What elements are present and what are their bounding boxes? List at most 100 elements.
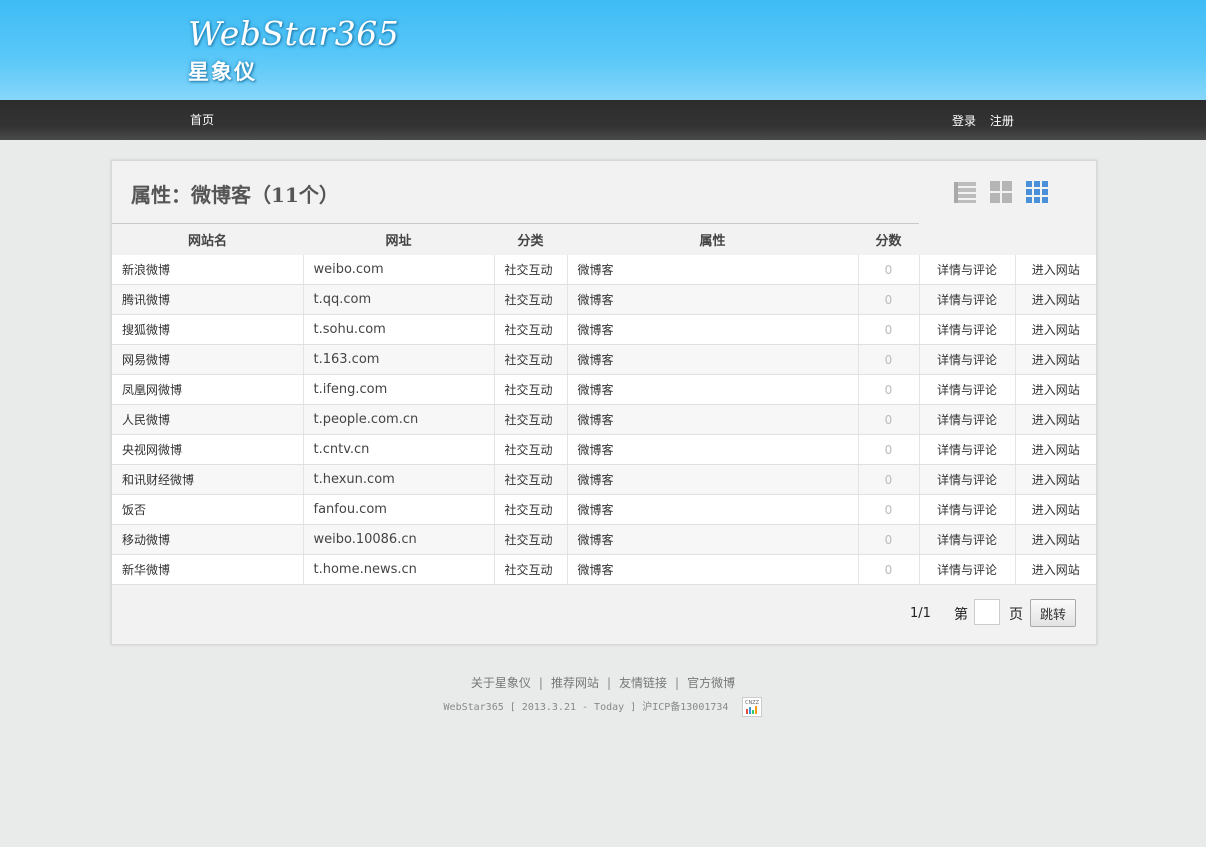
site-score-cell: 0 (858, 344, 920, 375)
site-name-cell: 移动微博 (112, 524, 304, 555)
go-to-page-button[interactable]: 跳转 (1030, 599, 1076, 627)
site-logo[interactable]: WebStar365 星象仪 (188, 14, 399, 86)
detail-cell: 详情与评论 (919, 374, 1016, 405)
site-attribute-cell: 微博客 (567, 344, 859, 375)
visit-site-link[interactable]: 进入网站 (1032, 353, 1080, 367)
site-category-cell: 社交互动 (494, 374, 568, 405)
table-row: 饭否 fanfou.com 社交互动 微博客 0 详情与评论 进入网站 (112, 494, 1096, 525)
detail-link[interactable]: 详情与评论 (937, 413, 997, 427)
table-view-icon[interactable] (1026, 181, 1048, 203)
footer-copyright: WebStar365 [ 2013.3.21 - Today ] 沪ICP备13… (0, 697, 1206, 717)
header: WebStar365 星象仪 (0, 0, 1206, 100)
footer-link-official-weibo[interactable]: 官方微博 (687, 676, 735, 690)
site-url-cell: t.people.com.cn (303, 404, 495, 435)
visit-site-link[interactable]: 进入网站 (1032, 263, 1080, 277)
detail-cell: 详情与评论 (919, 554, 1016, 585)
site-score-cell: 0 (858, 464, 920, 495)
nav-account: 登录 注册 (952, 112, 1024, 129)
login-link[interactable]: 登录 (952, 114, 976, 128)
visit-site-link[interactable]: 进入网站 (1032, 443, 1080, 457)
detail-link[interactable]: 详情与评论 (937, 503, 997, 517)
site-attribute-cell: 微博客 (567, 284, 859, 315)
detail-link[interactable]: 详情与评论 (937, 563, 997, 577)
table-row: 和讯财经微博 t.hexun.com 社交互动 微博客 0 详情与评论 进入网站 (112, 464, 1096, 495)
table-row: 网易微博 t.163.com 社交互动 微博客 0 详情与评论 进入网站 (112, 344, 1096, 375)
footer-link-recommended[interactable]: 推荐网站 (551, 676, 599, 690)
site-attribute-cell: 微博客 (567, 434, 859, 465)
site-attribute-cell: 微博客 (567, 374, 859, 405)
footer-link-friends[interactable]: 友情链接 (619, 676, 667, 690)
detail-link[interactable]: 详情与评论 (937, 533, 997, 547)
visit-site-link[interactable]: 进入网站 (1032, 383, 1080, 397)
page-suffix: 页 (1009, 607, 1023, 623)
site-score-cell: 0 (858, 524, 920, 555)
nav-home-link[interactable]: 首页 (190, 111, 214, 128)
footer-links: 关于星象仪 | 推荐网站 | 友情链接 | 官方微博 (0, 674, 1206, 691)
detail-cell: 详情与评论 (919, 344, 1016, 375)
detail-link[interactable]: 详情与评论 (937, 443, 997, 457)
page-number-input[interactable] (974, 599, 1000, 625)
site-name-cell: 搜狐微博 (112, 314, 304, 345)
visit-cell: 进入网站 (1015, 374, 1096, 405)
register-link[interactable]: 注册 (990, 114, 1014, 128)
visit-cell: 进入网站 (1015, 554, 1096, 585)
site-table: 网站名 网址 分类 属性 分数 新浪微博 weibo.com 社交互动 微博客 0 详情与… (112, 223, 1096, 585)
site-score-cell: 0 (858, 314, 920, 345)
bar-chart-icon: CNZZ (745, 700, 760, 714)
detail-link[interactable]: 详情与评论 (937, 293, 997, 307)
table-row: 搜狐微博 t.sohu.com 社交互动 微博客 0 详情与评论 进入网站 (112, 314, 1096, 345)
detail-link[interactable]: 详情与评论 (937, 323, 997, 337)
footer-separator: | (538, 676, 543, 690)
nav-bar: 首页 登录 注册 (0, 100, 1206, 140)
visit-site-link[interactable]: 进入网站 (1032, 293, 1080, 307)
site-category-cell: 社交互动 (494, 255, 568, 285)
detail-link[interactable]: 详情与评论 (937, 473, 997, 487)
site-category-cell: 社交互动 (494, 494, 568, 525)
site-url-cell: t.qq.com (303, 284, 495, 315)
cnzz-stat-icon[interactable]: CNZZ (742, 697, 763, 717)
detail-link[interactable]: 详情与评论 (937, 383, 997, 397)
site-category-cell: 社交互动 (494, 344, 568, 375)
visit-site-link[interactable]: 进入网站 (1032, 323, 1080, 337)
detail-cell: 详情与评论 (919, 434, 1016, 465)
table-header-row: 网站名 网址 分类 属性 分数 (112, 223, 1096, 255)
visit-site-link[interactable]: 进入网站 (1032, 473, 1080, 487)
site-name-cell: 新华微博 (112, 554, 304, 585)
visit-cell: 进入网站 (1015, 404, 1096, 435)
table-row: 凤凰网微博 t.ifeng.com 社交互动 微博客 0 详情与评论 进入网站 (112, 374, 1096, 405)
detail-cell: 详情与评论 (919, 255, 1016, 285)
site-category-cell: 社交互动 (494, 284, 568, 315)
visit-cell: 进入网站 (1015, 284, 1096, 315)
footer-link-about[interactable]: 关于星象仪 (471, 676, 531, 690)
visit-cell: 进入网站 (1015, 255, 1096, 285)
detail-link[interactable]: 详情与评论 (937, 353, 997, 367)
grid-view-icon[interactable] (990, 181, 1012, 203)
list-view-icon[interactable] (954, 181, 976, 203)
site-url-cell: weibo.com (303, 255, 495, 285)
site-category-cell: 社交互动 (494, 434, 568, 465)
column-header-url: 网址 (303, 223, 494, 255)
site-score-cell: 0 (858, 284, 920, 315)
detail-cell: 详情与评论 (919, 464, 1016, 495)
visit-site-link[interactable]: 进入网站 (1032, 533, 1080, 547)
detail-cell: 详情与评论 (919, 524, 1016, 555)
column-header-detail-blank (919, 223, 1015, 255)
cnzz-label: CNZZ (745, 700, 760, 706)
copyright-text: WebStar365 [ 2013.3.21 - Today ] 沪ICP备13… (443, 702, 729, 713)
visit-site-link[interactable]: 进入网站 (1032, 503, 1080, 517)
site-attribute-cell: 微博客 (567, 255, 859, 285)
site-name-cell: 人民微博 (112, 404, 304, 435)
site-category-cell: 社交互动 (494, 464, 568, 495)
footer-separator: | (675, 676, 680, 690)
detail-link[interactable]: 详情与评论 (937, 263, 997, 277)
page-title: 属性：微博客（11个） (131, 183, 339, 207)
table-row: 新浪微博 weibo.com 社交互动 微博客 0 详情与评论 进入网站 (112, 255, 1096, 285)
site-url-cell: t.cntv.cn (303, 434, 495, 465)
site-url-cell: t.home.news.cn (303, 554, 495, 585)
visit-cell: 进入网站 (1015, 524, 1096, 555)
site-name-cell: 凤凰网微博 (112, 374, 304, 405)
visit-site-link[interactable]: 进入网站 (1032, 413, 1080, 427)
visit-site-link[interactable]: 进入网站 (1032, 563, 1080, 577)
detail-cell: 详情与评论 (919, 494, 1016, 525)
site-url-cell: t.hexun.com (303, 464, 495, 495)
